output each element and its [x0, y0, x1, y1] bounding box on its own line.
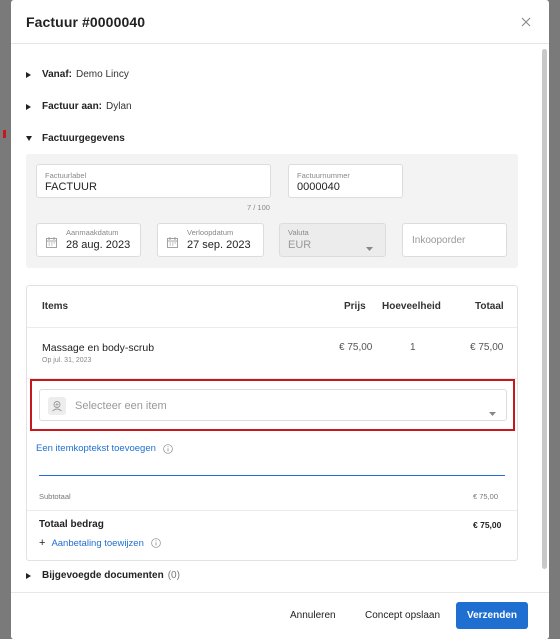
header-price: Prijs — [344, 301, 366, 312]
chevron-down-icon — [366, 239, 373, 251]
invoice-label-caption: Factuurlabel — [45, 171, 87, 180]
item-price: € 75,00 — [339, 342, 373, 353]
header-items: Items — [42, 301, 69, 312]
currency-select: Valuta EUR — [279, 223, 386, 257]
section-to-value: Dylan — [106, 101, 132, 112]
modal-header: Factuur #0000040 — [11, 0, 549, 44]
invoice-number-caption: Factuurnummer — [297, 171, 350, 180]
section-from-label: Vanaf: — [42, 69, 73, 80]
send-button[interactable]: Verzenden — [456, 602, 528, 629]
header-total: Totaal — [475, 301, 504, 312]
attachments-count: (0) — [167, 570, 180, 581]
currency-value: EUR — [288, 239, 312, 251]
created-date-field[interactable]: Aanmaakdatum 28 aug. 2023 — [36, 223, 141, 257]
close-icon[interactable] — [519, 15, 533, 29]
section-from[interactable]: Vanaf: Demo Lincy — [26, 69, 129, 80]
scroll-down-icon[interactable] — [541, 584, 548, 596]
items-table-header: Items Prijs Hoeveelheid Totaal — [27, 286, 517, 328]
select-item-dropdown[interactable]: Selecteer een item — [39, 389, 507, 421]
plus-icon: + — [39, 537, 46, 549]
purchase-order-placeholder: Inkooporder — [412, 235, 466, 246]
backdrop-marker — [3, 130, 6, 138]
section-attachments[interactable]: Bijgevoegde documenten (0) — [26, 570, 180, 581]
items-card: Items Prijs Hoeveelheid Totaal Massage e… — [26, 285, 518, 561]
cancel-button[interactable]: Annuleren — [290, 610, 336, 621]
details-panel: Factuurlabel FACTUUR 7 / 100 Factuurnumm… — [26, 154, 518, 268]
item-date: Op jul. 31, 2023 — [42, 357, 92, 364]
section-to-label: Factuur aan: — [42, 101, 103, 112]
modal-footer: Annuleren Concept opslaan Verzenden — [11, 592, 549, 639]
invoice-label-field[interactable]: Factuurlabel FACTUUR — [36, 164, 271, 198]
calendar-icon — [167, 235, 178, 248]
select-item-placeholder: Selecteer een item — [75, 400, 167, 412]
select-item-highlight: Selecteer een item — [30, 379, 515, 431]
due-date-value: 27 sep. 2023 — [187, 239, 251, 251]
section-attachments-label: Bijgevoegde documenten — [42, 570, 164, 581]
table-row[interactable]: Massage en body-scrub Op jul. 31, 2023 €… — [27, 329, 517, 379]
assign-payment-link[interactable]: Aanbetaling toewijzen — [51, 538, 143, 549]
backdrop-right — [548, 0, 560, 639]
header-quantity: Hoeveelheid — [382, 301, 441, 312]
info-icon[interactable] — [163, 443, 173, 454]
total-row: Totaal bedrag € 75,00 — [27, 512, 517, 534]
invoice-number-value: 0000040 — [297, 181, 340, 193]
section-to[interactable]: Factuur aan: Dylan — [26, 101, 132, 112]
section-from-value: Demo Lincy — [76, 69, 129, 80]
purchase-order-input[interactable]: Inkooporder — [402, 223, 507, 257]
invoice-label-value: FACTUUR — [45, 181, 97, 193]
caret-right-icon — [26, 103, 36, 110]
calendar-icon — [46, 235, 57, 248]
invoice-label-counter: 7 / 100 — [247, 203, 270, 212]
total-value: € 75,00 — [473, 520, 502, 530]
total-label: Totaal bedrag — [39, 519, 104, 530]
product-icon — [48, 397, 66, 415]
item-name: Massage en body-scrub — [42, 342, 155, 354]
subtotal-label: Subtotaal — [39, 492, 71, 501]
section-details[interactable]: Factuurgegevens — [26, 133, 129, 144]
add-item-header-row: Een itemkoptekst toevoegen — [36, 443, 173, 454]
due-date-caption: Verloopdatum — [187, 228, 234, 237]
section-details-label: Factuurgegevens — [42, 133, 125, 144]
caret-down-icon — [26, 136, 36, 141]
due-date-field[interactable]: Verloopdatum 27 sep. 2023 — [157, 223, 264, 257]
modal-body: Vanaf: Demo Lincy Factuur aan: Dylan Fac… — [11, 45, 549, 592]
created-date-caption: Aanmaakdatum — [66, 228, 119, 237]
caret-right-icon — [26, 71, 36, 78]
item-total: € 75,00 — [470, 342, 504, 353]
modal-scrollbar[interactable] — [541, 45, 548, 596]
assign-payment-row: + Aanbetaling toewijzen — [39, 537, 161, 549]
currency-caption: Valuta — [288, 228, 309, 237]
item-quantity: 1 — [410, 342, 416, 353]
add-item-header-link[interactable]: Een itemkoptekst toevoegen — [36, 443, 156, 454]
invoice-number-field[interactable]: Factuurnummer 0000040 — [288, 164, 403, 198]
chevron-down-icon — [489, 404, 496, 416]
subtotal-value: € 75,00 — [473, 492, 499, 501]
invoice-modal: Factuur #0000040 Vanaf: Demo Lincy Factu… — [11, 0, 549, 639]
modal-title: Factuur #0000040 — [26, 13, 146, 30]
created-date-value: 28 aug. 2023 — [66, 239, 131, 251]
subtotal-row: Subtotaal € 75,00 — [27, 482, 517, 511]
caret-right-icon — [26, 572, 36, 579]
scrollbar-thumb[interactable] — [542, 49, 547, 569]
item-header-input-underline[interactable] — [39, 475, 505, 476]
info-icon[interactable] — [151, 538, 161, 548]
save-draft-button[interactable]: Concept opslaan — [365, 610, 440, 621]
